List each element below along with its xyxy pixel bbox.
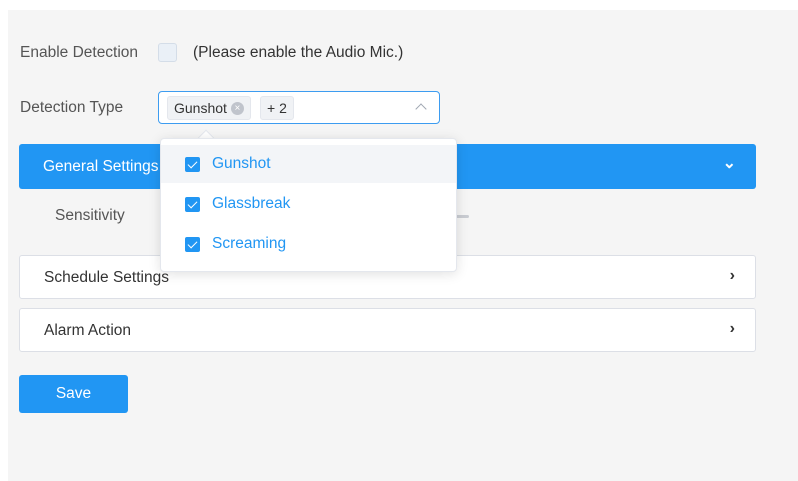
option-label: Screaming xyxy=(212,235,287,252)
option-glassbreak[interactable]: Glassbreak xyxy=(161,185,456,223)
tag-label: Gunshot xyxy=(174,100,227,116)
more-tags-badge: + 2 xyxy=(260,96,294,120)
selected-tag-gunshot: Gunshot × xyxy=(167,96,251,120)
detection-type-dropdown: Gunshot Glassbreak Screaming xyxy=(160,138,457,272)
option-label: Gunshot xyxy=(212,155,271,172)
alarm-action-header[interactable]: Alarm Action › xyxy=(19,308,756,352)
section-title: General Settings xyxy=(43,158,159,175)
chevron-right-icon: › xyxy=(729,320,735,337)
chevron-down-icon: ⌄ xyxy=(722,155,736,172)
detection-type-label: Detection Type xyxy=(20,99,124,116)
sensitivity-label: Sensitivity xyxy=(55,207,125,224)
save-button[interactable]: Save xyxy=(19,375,128,413)
chevron-up-icon xyxy=(415,103,427,115)
checkbox-checked-icon xyxy=(185,237,200,252)
checkbox-checked-icon xyxy=(185,197,200,212)
tag-close-icon[interactable]: × xyxy=(230,101,244,115)
section-title: Schedule Settings xyxy=(44,269,169,286)
option-gunshot[interactable]: Gunshot xyxy=(161,145,456,183)
option-label: Glassbreak xyxy=(212,195,291,212)
checkbox-checked-icon xyxy=(185,157,200,172)
option-screaming[interactable]: Screaming xyxy=(161,225,456,263)
enable-detection-checkbox[interactable] xyxy=(158,43,177,62)
chevron-right-icon: › xyxy=(729,267,735,284)
section-title: Alarm Action xyxy=(44,322,132,339)
enable-detection-label: Enable Detection xyxy=(20,44,139,61)
audio-mic-hint: (Please enable the Audio Mic.) xyxy=(193,44,404,61)
detection-type-select[interactable]: Gunshot × + 2 xyxy=(158,91,440,124)
